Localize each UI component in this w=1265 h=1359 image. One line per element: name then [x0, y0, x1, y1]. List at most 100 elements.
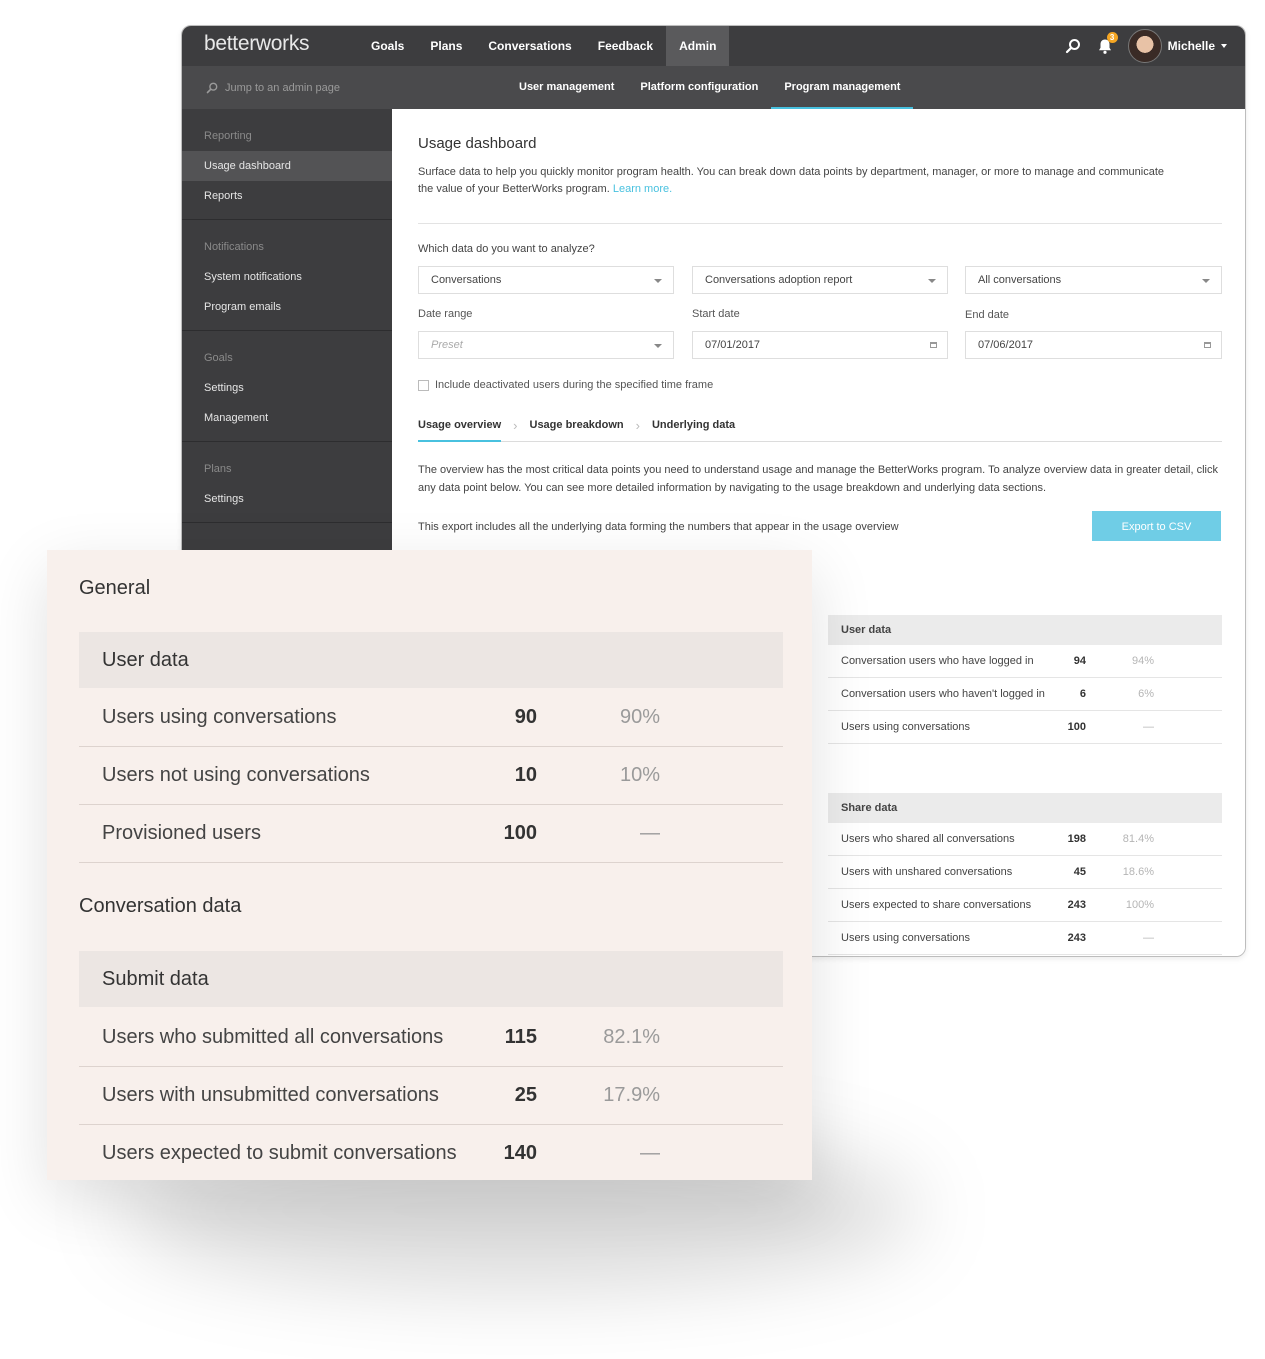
sidebar-heading: Plans	[204, 463, 232, 475]
admin-search-input[interactable]	[225, 81, 385, 94]
report-value: Conversations adoption report	[705, 274, 853, 286]
nav-admin[interactable]: Admin	[666, 26, 730, 66]
row-value: 10	[514, 764, 537, 786]
submit-data-heading: Submit data	[79, 951, 783, 1007]
export-csv-button[interactable]: Export to CSV	[1092, 511, 1221, 541]
calendar-icon[interactable]	[930, 342, 937, 348]
sidebar-item-goals-settings[interactable]: Settings	[182, 373, 392, 403]
checkbox-label: Include deactivated users during the spe…	[435, 379, 714, 391]
row-percent: 82.1%	[603, 1026, 660, 1048]
deactivated-users-checkbox[interactable]	[418, 379, 429, 391]
overview-description: The overview has the most critical data …	[418, 464, 1218, 494]
sidebar-heading: Goals	[204, 352, 233, 364]
date-range-placeholder: Preset	[431, 339, 463, 351]
table-row[interactable]: Users with unsubmitted conversations 25 …	[79, 1066, 783, 1125]
admin-subbar: User management Platform configuration P…	[182, 66, 1245, 109]
table-row[interactable]: Users using conversations 243 —	[828, 922, 1222, 955]
share-data-table: Share data Users who shared all conversa…	[828, 793, 1222, 955]
table-row[interactable]: Users not using conversations 10 10%	[79, 746, 783, 805]
top-right-controls: 3 Michelle	[1064, 26, 1227, 66]
filter-select[interactable]: All conversations	[965, 266, 1222, 294]
top-navbar: betterworks Goals Plans Conversations Fe…	[182, 26, 1245, 66]
table-row[interactable]: Users expected to share conversations 24…	[828, 889, 1222, 922]
chevron-down-icon[interactable]	[1221, 44, 1227, 48]
tab-program-management[interactable]: Program management	[771, 66, 914, 109]
row-percent: —	[640, 822, 660, 844]
user-data-heading: User data	[79, 632, 783, 688]
table-row[interactable]: Users using conversations 90 90%	[79, 688, 783, 747]
row-label: Users using conversations	[102, 706, 337, 728]
table-row[interactable]: Users using conversations 100 —	[828, 711, 1222, 744]
chevron-down-icon	[1202, 279, 1210, 283]
row-label: Provisioned users	[102, 822, 261, 844]
tab-usage-breakdown[interactable]: Usage breakdown	[530, 409, 624, 441]
learn-more-link[interactable]: Learn more.	[613, 183, 672, 195]
row-value: 25	[514, 1084, 537, 1106]
row-percent: 94%	[1131, 655, 1154, 667]
table-row[interactable]: Users who submitted all conversations 11…	[79, 1008, 783, 1067]
betterworks-logo[interactable]: betterworks	[204, 32, 310, 56]
row-value: 6	[1079, 688, 1086, 700]
admin-search	[206, 66, 385, 109]
report-select[interactable]: Conversations adoption report	[692, 266, 948, 294]
avatar[interactable]	[1127, 29, 1162, 63]
sidebar-item-program-emails[interactable]: Program emails	[182, 292, 392, 322]
calendar-icon[interactable]	[1204, 342, 1211, 348]
deactivated-users-option: Include deactivated users during the spe…	[418, 379, 713, 391]
chevron-down-icon	[654, 279, 662, 283]
row-percent: 10%	[619, 764, 660, 786]
table-row[interactable]: Conversation users who haven't logged in…	[828, 678, 1222, 711]
row-percent: —	[1143, 721, 1154, 733]
table-row[interactable]: Conversation users who have logged in 94…	[828, 645, 1222, 678]
tab-platform-configuration[interactable]: Platform configuration	[627, 66, 771, 109]
row-percent: 100%	[1125, 899, 1154, 911]
date-range-label: Date range	[418, 308, 473, 320]
notification-badge: 3	[1106, 32, 1118, 43]
nav-conversations[interactable]: Conversations	[475, 26, 584, 66]
row-value: 198	[1067, 833, 1086, 845]
row-percent: 90%	[619, 706, 660, 728]
row-value: 243	[1067, 899, 1086, 911]
start-date-value: 07/01/2017	[705, 339, 761, 351]
row-label: Users not using conversations	[102, 764, 370, 786]
start-date-field[interactable]: 07/01/2017	[692, 331, 948, 359]
end-date-field[interactable]: 07/06/2017	[965, 331, 1222, 359]
sidebar-item-system-notifications[interactable]: System notifications	[182, 262, 392, 292]
row-value: 243	[1067, 932, 1086, 944]
row-percent: 6%	[1138, 688, 1154, 700]
row-value: 115	[504, 1026, 537, 1048]
row-label: Users using conversations	[841, 932, 971, 944]
overview-tabs: Usage overview › Usage breakdown › Under…	[418, 409, 1222, 442]
table-row[interactable]: Users who shared all conversations 198 8…	[828, 823, 1222, 856]
user-data-table: User data Conversation users who have lo…	[828, 615, 1222, 744]
row-label: Users with unsubmitted conversations	[102, 1084, 439, 1106]
tab-underlying-data[interactable]: Underlying data	[652, 409, 735, 441]
row-value: 140	[503, 1142, 537, 1164]
row-percent: 17.9%	[603, 1084, 660, 1106]
user-name[interactable]: Michelle	[1168, 39, 1215, 53]
search-icon[interactable]	[1064, 37, 1082, 55]
nav-goals[interactable]: Goals	[358, 26, 417, 66]
table-row[interactable]: Users with unshared conversations 45 18.…	[828, 856, 1222, 889]
sidebar-item-goals-management[interactable]: Management	[182, 403, 392, 433]
chevron-down-icon	[654, 344, 662, 348]
sidebar-item-plans-settings[interactable]: Settings	[182, 484, 392, 514]
sidebar-item-reports[interactable]: Reports	[182, 181, 392, 211]
row-label: Users who shared all conversations	[841, 833, 1015, 845]
tab-user-management[interactable]: User management	[506, 66, 627, 109]
table-row[interactable]: Provisioned users 100 —	[79, 804, 783, 863]
data-type-select[interactable]: Conversations	[418, 266, 674, 294]
table-row[interactable]: Users expected to submit conversations 1…	[79, 1124, 783, 1182]
nav-feedback[interactable]: Feedback	[585, 26, 666, 66]
row-label: Users expected to share conversations	[841, 899, 1032, 911]
bell-icon[interactable]: 3	[1096, 32, 1118, 55]
nav-plans[interactable]: Plans	[417, 26, 475, 66]
tab-usage-overview[interactable]: Usage overview	[418, 409, 502, 442]
row-value: 90	[514, 706, 537, 728]
sidebar-item-usage-dashboard[interactable]: Usage dashboard	[182, 151, 392, 181]
page-description: Surface data to help you quickly monitor…	[418, 164, 1178, 198]
date-range-select[interactable]: Preset	[418, 331, 674, 359]
row-label: Conversation users who have logged in	[841, 655, 1034, 667]
row-label: Users expected to submit conversations	[102, 1142, 457, 1164]
main-nav: Goals Plans Conversations Feedback Admin	[358, 26, 730, 66]
